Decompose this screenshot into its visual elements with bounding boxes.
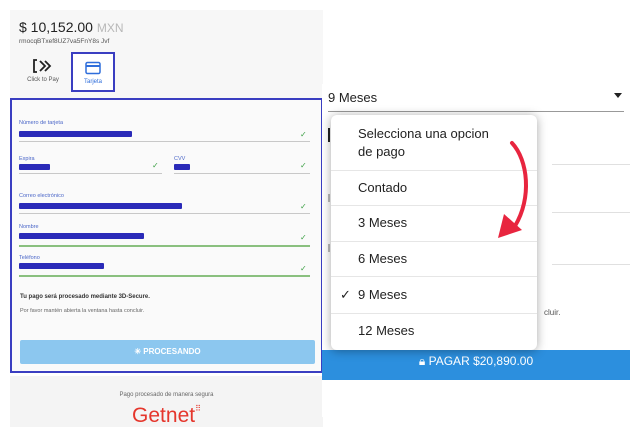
card-number-input[interactable] bbox=[19, 131, 132, 137]
click-to-pay-icon bbox=[33, 59, 52, 73]
processing-label: PROCESANDO bbox=[143, 347, 201, 356]
secure-notice-title: Tu pago será procesado mediante 3D-Secur… bbox=[20, 294, 150, 300]
option-label-line-2: de pago bbox=[358, 144, 405, 159]
email-input[interactable] bbox=[19, 203, 182, 209]
check-icon: ✓ bbox=[152, 161, 159, 170]
check-icon: ✓ bbox=[340, 287, 351, 302]
reference-id: rmocqBTxef8UZ7va5FnY8s Jvf bbox=[19, 38, 110, 45]
background-field-fragment bbox=[328, 244, 330, 252]
footer: Pago procesado de manera segura Getnet⠿ bbox=[10, 376, 323, 427]
card-number-label: Número de tarjeta bbox=[19, 120, 64, 126]
option-12-meses[interactable]: 12 Meses bbox=[331, 323, 537, 341]
check-icon: ✓ bbox=[300, 233, 307, 242]
option-label: Contado bbox=[358, 180, 408, 195]
secure-notice-subtitle: Por favor mantén abierta la ventana hast… bbox=[20, 308, 145, 314]
lock-icon: 🔒︎ bbox=[418, 354, 426, 368]
secure-payment-text: Pago procesado de manera segura bbox=[119, 392, 214, 398]
amount: $ 10,152.00 MXN bbox=[19, 19, 124, 35]
checkout-panel: $ 10,152.00 MXN rmocqBTxef8UZ7va5FnY8s J… bbox=[10, 10, 323, 427]
email-label: Correo electrónico bbox=[19, 193, 64, 199]
option-label: 6 Meses bbox=[358, 251, 408, 266]
check-icon: ✓ bbox=[300, 264, 307, 273]
pay-button-label: PAGAR $20,890.00 bbox=[428, 354, 534, 368]
cvv-input[interactable] bbox=[174, 164, 190, 170]
expiry-underline bbox=[19, 173, 162, 174]
amount-value: $ 10,152.00 bbox=[19, 19, 93, 35]
name-input[interactable] bbox=[19, 233, 144, 239]
background-divider bbox=[552, 164, 630, 165]
background-divider bbox=[552, 264, 630, 265]
menu-divider bbox=[331, 276, 537, 277]
method-click-to-pay[interactable]: Click to Pay bbox=[22, 52, 64, 92]
method-label: Tarjeta bbox=[83, 79, 102, 85]
menu-divider bbox=[331, 170, 537, 171]
check-icon: ✓ bbox=[300, 130, 307, 139]
installments-select[interactable]: 9 Meses bbox=[328, 90, 377, 105]
background-divider bbox=[552, 212, 630, 213]
check-icon: ✓ bbox=[300, 202, 307, 211]
card-icon bbox=[85, 61, 101, 75]
brand-name: Getnet bbox=[132, 404, 196, 427]
spinner-icon: ✳ bbox=[134, 347, 142, 356]
phone-underline bbox=[19, 275, 310, 277]
cvv-underline bbox=[174, 173, 310, 174]
installments-dropdown: Selecciona una opcion de pago Contado 3 … bbox=[331, 115, 537, 350]
option-9-meses[interactable]: ✓ 9 Meses bbox=[331, 287, 537, 305]
option-contado[interactable]: Contado bbox=[331, 180, 537, 198]
option-3-meses[interactable]: 3 Meses bbox=[331, 215, 537, 233]
method-card[interactable]: Tarjeta bbox=[71, 52, 115, 92]
card-number-underline bbox=[19, 141, 310, 142]
name-label: Nombre bbox=[19, 224, 39, 230]
processing-button[interactable]: ✳ PROCESANDO bbox=[20, 340, 315, 364]
currency: MXN bbox=[96, 21, 124, 35]
brand-mark: ⠿ bbox=[195, 404, 201, 413]
select-underline bbox=[328, 111, 624, 112]
phone-label: Teléfono bbox=[19, 255, 40, 261]
background-text: cluir. bbox=[544, 308, 561, 317]
cvv-label: CVV bbox=[174, 156, 186, 162]
menu-divider bbox=[331, 313, 537, 314]
background-field-fragment bbox=[328, 194, 330, 202]
option-label: 3 Meses bbox=[358, 215, 408, 230]
expiry-label: Expira bbox=[19, 156, 35, 162]
option-6-meses[interactable]: 6 Meses bbox=[331, 251, 537, 269]
caret-down-icon[interactable] bbox=[614, 93, 622, 98]
menu-divider bbox=[331, 205, 537, 206]
name-underline bbox=[19, 245, 310, 247]
pay-button[interactable]: 🔒︎ PAGAR $20,890.00 bbox=[322, 350, 630, 380]
option-select-prompt[interactable]: Selecciona una opcion de pago bbox=[331, 125, 537, 167]
method-label: Click to Pay bbox=[27, 77, 59, 83]
card-form: Número de tarjeta ✓ Expira ✓ CVV ✓ Corre… bbox=[10, 98, 323, 373]
background-field-fragment bbox=[328, 128, 330, 142]
expiry-input[interactable] bbox=[19, 164, 50, 170]
menu-divider bbox=[331, 241, 537, 242]
option-label: 12 Meses bbox=[358, 323, 415, 338]
option-label-line-1: Selecciona una opcion bbox=[358, 126, 489, 141]
option-label: Selecciona una opcion de pago bbox=[358, 125, 489, 161]
email-underline bbox=[19, 213, 310, 214]
phone-input[interactable] bbox=[19, 263, 104, 269]
check-icon: ✓ bbox=[300, 161, 307, 170]
brand-logo: Getnet⠿ bbox=[10, 404, 323, 428]
option-label: 9 Meses bbox=[358, 287, 408, 302]
checkout-header: $ 10,152.00 MXN rmocqBTxef8UZ7va5FnY8s J… bbox=[10, 10, 323, 98]
